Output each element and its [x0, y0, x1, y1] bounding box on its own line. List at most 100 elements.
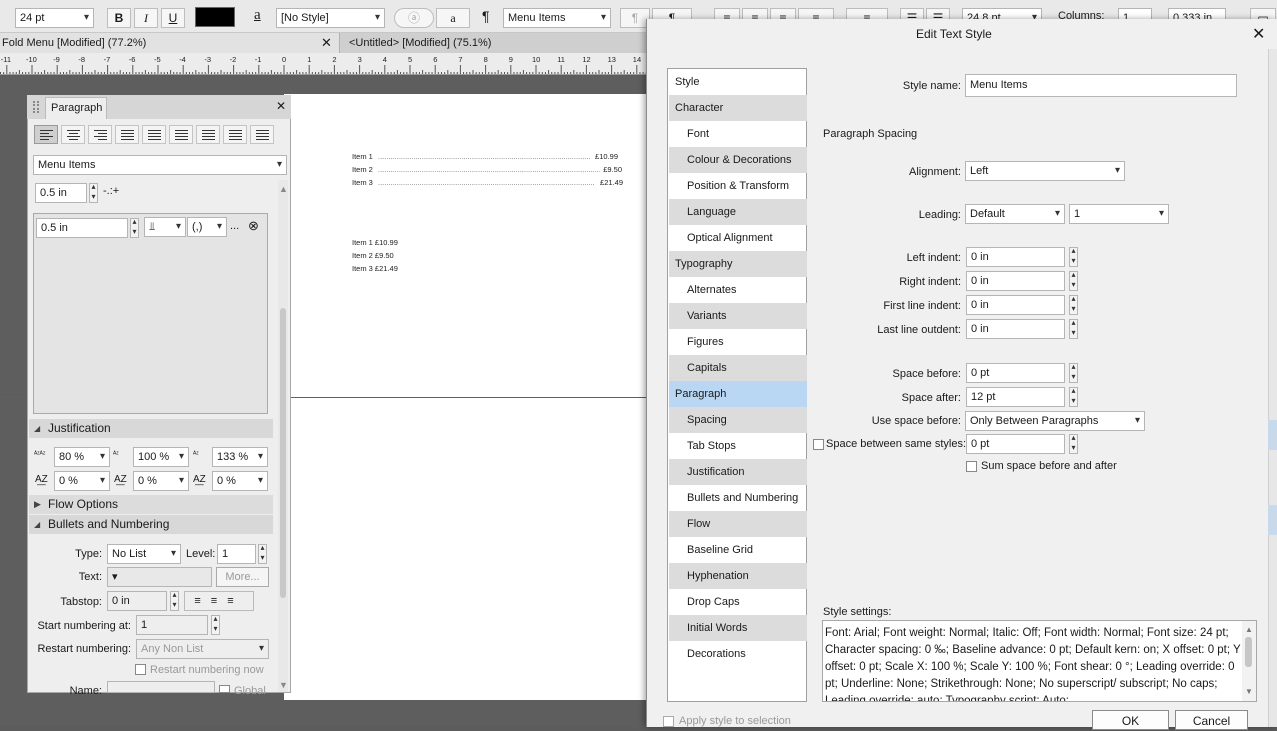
space-after-stepper[interactable] [1069, 386, 1078, 407]
tab-more-button[interactable]: ... [230, 220, 239, 232]
letter-max-field[interactable]: 133 % [212, 447, 268, 467]
settings-scrollbar[interactable]: ▲ ▼ [1242, 621, 1256, 701]
space-same-styles-field[interactable]: 0 pt [966, 434, 1065, 454]
first-line-indent-field[interactable]: 0 in [966, 295, 1065, 315]
nav-item-justification[interactable]: Justification [669, 459, 807, 485]
letter-min-field[interactable]: 100 % [133, 447, 189, 467]
apply-style-checkbox[interactable] [663, 716, 674, 727]
menu-dotted-item[interactable]: Item 1..................................… [352, 152, 618, 161]
menu-plain-item[interactable]: Item 2 £9.50 [352, 251, 394, 260]
scroll-thumb[interactable] [1245, 637, 1252, 667]
left-indent-field[interactable]: 0 in [966, 247, 1065, 267]
name-field[interactable] [107, 681, 215, 693]
last-line-outdent-stepper[interactable] [1069, 318, 1078, 339]
nav-item-font[interactable]: Font [669, 121, 807, 147]
nav-item-figures[interactable]: Figures [669, 329, 807, 355]
flow-options-section-header[interactable]: ▶ Flow Options [29, 495, 273, 514]
nav-item-tab-stops[interactable]: Tab Stops [669, 433, 807, 459]
use-space-before-select[interactable]: Only Between Paragraphs [965, 411, 1145, 431]
close-icon[interactable]: ✕ [321, 35, 332, 51]
first-line-indent-stepper[interactable] [1069, 294, 1078, 315]
space-after-field[interactable]: 12 pt [966, 387, 1065, 407]
restart-now-checkbox[interactable] [135, 664, 146, 675]
justify-field-a[interactable]: 0 % [54, 471, 110, 491]
nav-item-paragraph[interactable]: Paragraph [669, 381, 807, 407]
nav-item-alternates[interactable]: Alternates [669, 277, 807, 303]
bullet-text-field[interactable]: ▾ [107, 567, 212, 587]
tab-position-stepper[interactable] [130, 217, 139, 238]
close-icon[interactable]: ✕ [1252, 24, 1265, 44]
nav-item-baseline-grid[interactable]: Baseline Grid [669, 537, 807, 563]
nav-item-style[interactable]: Style [669, 69, 807, 95]
space-same-styles-stepper[interactable] [1069, 433, 1078, 454]
last-line-outdent-field[interactable]: 0 in [966, 319, 1065, 339]
character-style-select[interactable]: [No Style] [276, 8, 385, 28]
scroll-up-icon[interactable]: ▲ [279, 184, 288, 194]
tab-position-field[interactable]: 0.5 in [36, 218, 128, 238]
global-checkbox[interactable] [219, 685, 230, 693]
bold-button[interactable]: B [107, 8, 131, 28]
left-indent-stepper[interactable] [1069, 246, 1078, 267]
panel-tab-paragraph[interactable]: Paragraph [45, 97, 107, 119]
restart-numbering-select[interactable]: Any Non List [136, 639, 269, 659]
nav-item-language[interactable]: Language [669, 199, 807, 225]
nav-item-flow[interactable]: Flow [669, 511, 807, 537]
menu-dotted-item[interactable]: Item 2..................................… [352, 165, 622, 174]
justify-right-icon[interactable] [169, 125, 193, 144]
nav-item-bullets-and-numbering[interactable]: Bullets and Numbering [669, 485, 807, 511]
add-tab-icon[interactable]: -.:+ [103, 185, 119, 197]
right-indent-field[interactable]: 0 in [966, 271, 1065, 291]
underline-button[interactable]: U [161, 8, 185, 28]
panel-grip-icon[interactable] [33, 101, 39, 113]
text-color-swatch[interactable] [195, 7, 235, 27]
space-same-styles-checkbox[interactable] [813, 439, 824, 450]
tab-fold-menu[interactable]: Fold Menu [Modified] (77.2%) ✕ [0, 33, 340, 53]
menu-dotted-item[interactable]: Item 3..................................… [352, 178, 623, 187]
nav-item-spacing[interactable]: Spacing [669, 407, 807, 433]
scroll-down-icon[interactable]: ▼ [1245, 687, 1253, 696]
justify-left-icon[interactable] [115, 125, 139, 144]
align-toward-spine-icon[interactable] [223, 125, 247, 144]
cancel-button[interactable]: Cancel [1175, 710, 1248, 730]
remove-tab-icon[interactable]: ⊗ [248, 218, 259, 234]
paragraph-style-select[interactable]: Menu Items [503, 8, 611, 28]
bullets-section-header[interactable]: ◢ Bullets and Numbering [29, 515, 273, 534]
justify-field-b[interactable]: 0 % [133, 471, 189, 491]
font-size-field[interactable]: 24 pt [15, 8, 94, 28]
italic-button[interactable]: I [134, 8, 158, 28]
nav-item-capitals[interactable]: Capitals [669, 355, 807, 381]
leading-multiplier-select[interactable]: 1 [1069, 204, 1169, 224]
char-style-b-icon[interactable]: a [436, 8, 470, 28]
style-name-field[interactable]: Menu Items [965, 74, 1237, 97]
nav-item-variants[interactable]: Variants [669, 303, 807, 329]
align-away-spine-icon[interactable] [250, 125, 274, 144]
scroll-up-icon[interactable]: ▲ [1245, 625, 1253, 634]
justify-center-icon[interactable] [142, 125, 166, 144]
level-stepper[interactable] [258, 543, 267, 564]
right-indent-stepper[interactable] [1069, 270, 1078, 291]
justify-field-c[interactable]: 0 % [212, 471, 268, 491]
scroll-down-icon[interactable]: ▼ [279, 680, 288, 690]
list-type-select[interactable]: No List [107, 544, 181, 564]
indent-field[interactable]: 0.5 in [35, 183, 87, 203]
menu-plain-item[interactable]: Item 3 £21.49 [352, 264, 398, 273]
char-style-a-icon[interactable]: ⓐ [394, 8, 434, 28]
nav-item-colour-decorations[interactable]: Colour & Decorations [669, 147, 807, 173]
start-numbering-field[interactable]: 1 [136, 615, 208, 635]
start-numbering-stepper[interactable] [211, 614, 220, 635]
nav-item-hyphenation[interactable]: Hyphenation [669, 563, 807, 589]
tab-char-select[interactable]: (,) [187, 217, 227, 237]
more-button[interactable]: More... [216, 567, 269, 587]
level-field[interactable]: 1 [217, 544, 256, 564]
scroll-thumb[interactable] [280, 308, 286, 598]
tabstop-field[interactable]: 0 in [107, 591, 167, 611]
space-before-field[interactable]: 0 pt [966, 363, 1065, 383]
style-settings-box[interactable]: Font: Arial; Font weight: Normal; Italic… [822, 620, 1257, 702]
nav-item-drop-caps[interactable]: Drop Caps [669, 589, 807, 615]
nav-item-optical-alignment[interactable]: Optical Alignment [669, 225, 807, 251]
paragraph-style-dropdown[interactable]: Menu Items [33, 155, 287, 175]
indent-stepper[interactable] [89, 182, 98, 203]
space-before-stepper[interactable] [1069, 362, 1078, 383]
alignment-select[interactable]: Left [965, 161, 1125, 181]
word-spacing-field[interactable]: 80 % [54, 447, 110, 467]
